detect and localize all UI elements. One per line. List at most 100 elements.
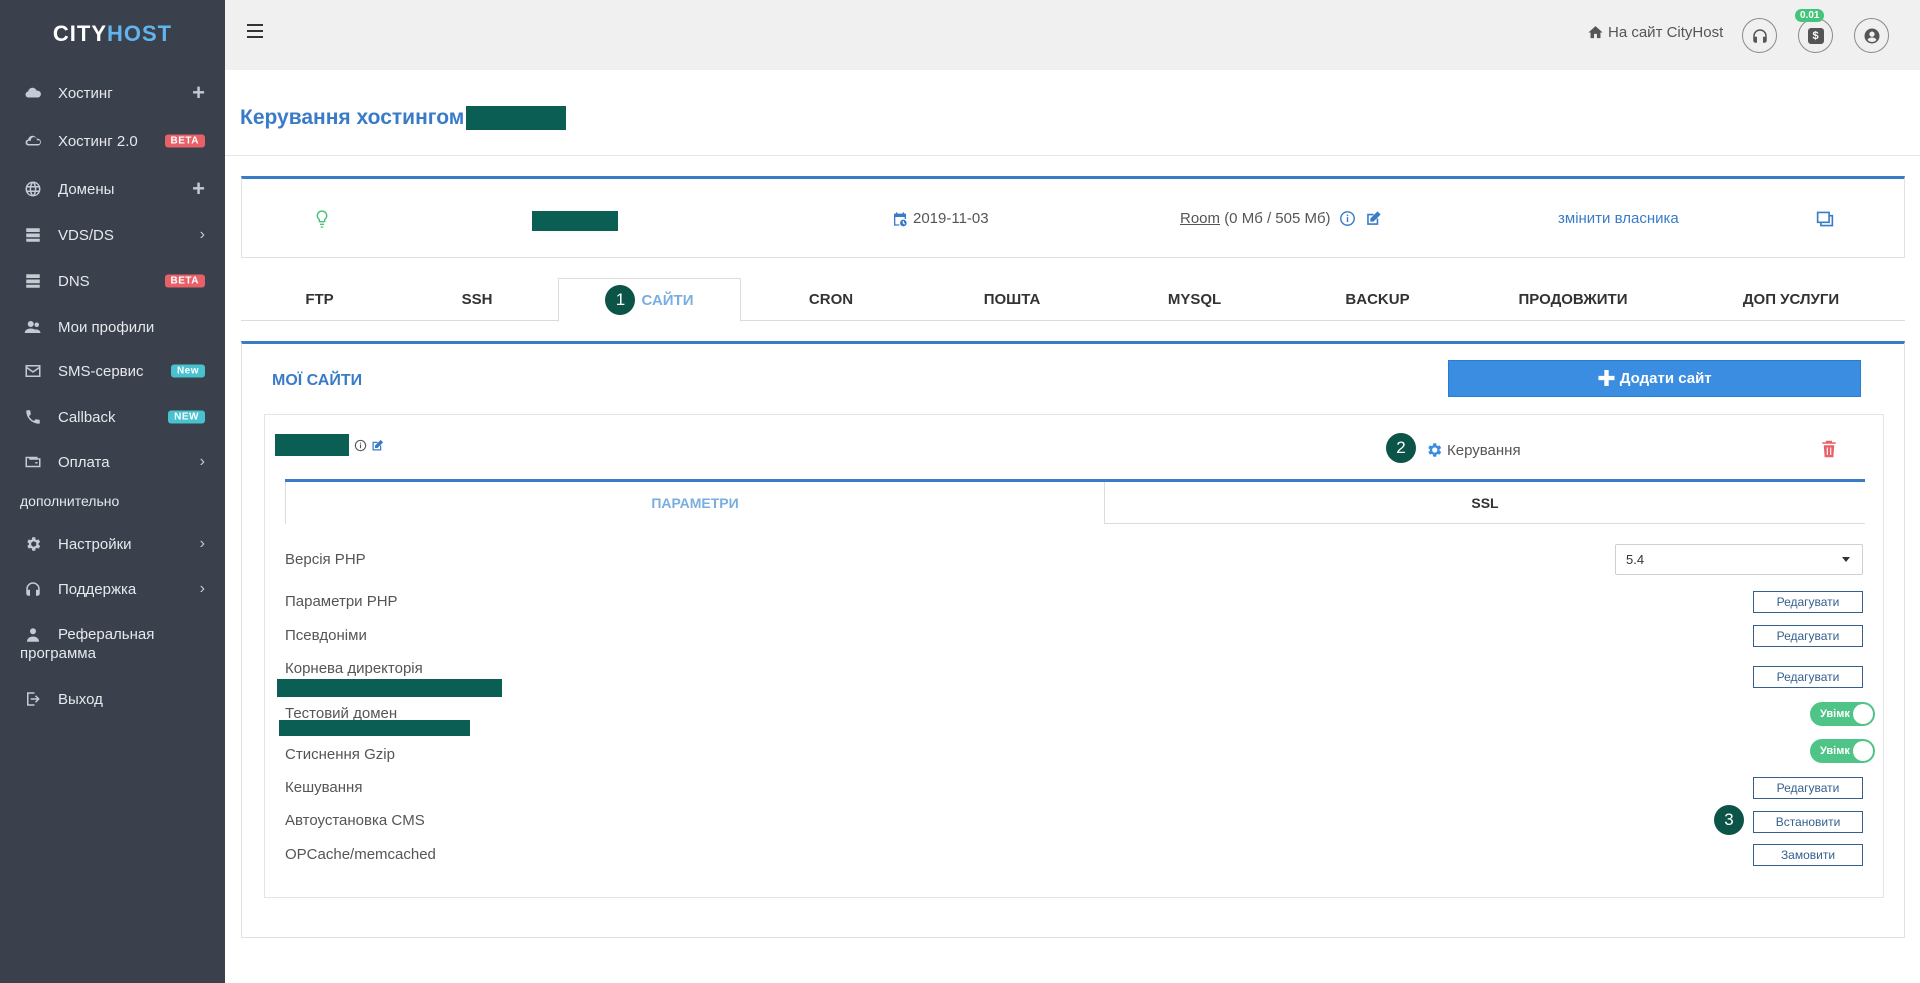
tab-extra-services[interactable]: ДОП УСЛУГИ xyxy=(1677,278,1905,321)
tab-backup[interactable]: BACKUP xyxy=(1286,278,1469,321)
tab-renew[interactable]: ПРОДОВЖИТИ xyxy=(1469,278,1677,321)
chevron-right-icon: › xyxy=(199,226,205,243)
edit-root-dir-button[interactable]: Редагувати xyxy=(1753,666,1863,688)
created-date: 2019-11-03 xyxy=(892,179,989,258)
dollar-icon: $ xyxy=(1807,27,1824,44)
sidebar-item-hosting[interactable]: Хостинг + xyxy=(0,80,225,106)
sidebar-item-label: Выход xyxy=(58,690,103,708)
calendar-clock-icon xyxy=(894,211,907,226)
sidebar-item-settings[interactable]: Настройки › xyxy=(0,531,225,557)
windows-icon[interactable] xyxy=(1815,179,1835,258)
page-title: Керування хостингом xyxy=(240,106,567,130)
support-button[interactable] xyxy=(1742,18,1777,53)
aliases-label: Псевдоніми xyxy=(285,627,367,644)
chevron-right-icon: › xyxy=(199,535,205,552)
plus-icon: ✚ xyxy=(1597,365,1616,391)
sidebar-item-vds[interactable]: VDS/DS › xyxy=(0,222,225,248)
phone-icon xyxy=(22,408,44,426)
caret-down-icon xyxy=(1842,557,1850,562)
hosting-tabs: FTP SSH 1 САЙТИ CRON ПОШТА MYSQL BACKUP … xyxy=(241,278,1905,322)
tab-cron[interactable]: CRON xyxy=(741,278,921,321)
step-marker-1: 1 xyxy=(605,285,636,315)
edit-aliases-button[interactable]: Редагувати xyxy=(1753,625,1863,647)
beta-badge: BETA xyxy=(164,274,205,288)
step-marker-3: 3 xyxy=(1714,805,1744,835)
edit-icon[interactable] xyxy=(1364,209,1383,228)
sidebar-item-domains[interactable]: Домены + xyxy=(0,176,225,202)
edit-icon[interactable] xyxy=(370,438,385,453)
gear-icon xyxy=(22,535,44,553)
php-version-select[interactable]: 5.4 xyxy=(1615,544,1863,575)
test-domain-toggle[interactable]: Увімк xyxy=(1810,702,1875,726)
chevron-right-icon: › xyxy=(199,453,205,470)
sidebar-item-referral[interactable]: Реферальная программа xyxy=(0,625,225,665)
redacted-login xyxy=(532,179,618,258)
sidebar-item-label: Мои профили xyxy=(58,318,155,336)
php-params-label: Параметри PHP xyxy=(285,593,398,610)
sidebar-item-callback[interactable]: Callback NEW xyxy=(0,404,225,430)
manage-link[interactable]: Керування xyxy=(1425,441,1521,459)
new-badge: NEW xyxy=(168,410,205,424)
tab-ftp[interactable]: FTP xyxy=(241,278,398,321)
cloud-outline-icon xyxy=(22,132,44,150)
sidebar-item-hosting-2[interactable]: Хостинг 2.0 BETA xyxy=(0,128,225,154)
headset-icon xyxy=(22,580,44,598)
sidebar-item-label: DNS xyxy=(58,272,90,290)
caching-label: Кешування xyxy=(285,779,363,796)
home-icon xyxy=(1588,26,1603,39)
users-icon xyxy=(22,318,44,336)
profile-button[interactable] xyxy=(1854,18,1889,53)
top-bar: На сайт CityHost $ 0.01 xyxy=(225,0,1920,70)
edit-caching-button[interactable]: Редагувати xyxy=(1753,777,1863,799)
globe-icon xyxy=(22,180,44,198)
cityhost-logo[interactable]: CITY HOST xyxy=(0,0,225,67)
info-icon[interactable] xyxy=(1339,210,1356,227)
redacted-account xyxy=(466,106,567,130)
tab-parameters[interactable]: ПАРАМЕТРИ xyxy=(285,482,1105,524)
gear-icon xyxy=(1428,443,1442,457)
info-icon[interactable] xyxy=(354,439,367,452)
sidebar: CITY HOST Хостинг + Хостинг 2.0 BETA Доме… xyxy=(0,0,225,983)
edit-php-params-button[interactable]: Редагувати xyxy=(1753,591,1863,613)
gzip-toggle[interactable]: Увімк xyxy=(1810,739,1875,763)
headset-icon xyxy=(1752,28,1767,43)
tab-sites[interactable]: 1 САЙТИ xyxy=(558,278,741,322)
php-version-label: Версія PHP xyxy=(285,551,366,568)
plus-icon[interactable]: + xyxy=(192,82,205,104)
server-icon xyxy=(22,272,44,290)
sidebar-item-label: Callback xyxy=(58,408,116,426)
balance-badge: 0.01 xyxy=(1795,9,1825,22)
logout-icon xyxy=(22,690,44,708)
sidebar-item-label: Настройки xyxy=(58,535,132,553)
tab-mysql[interactable]: MYSQL xyxy=(1103,278,1286,321)
balance-button[interactable]: $ xyxy=(1798,18,1833,53)
sidebar-item-logout[interactable]: Выход xyxy=(0,686,225,712)
cloud-icon xyxy=(22,84,44,102)
sidebar-item-label: Реферальная xyxy=(58,626,155,643)
plus-icon[interactable]: + xyxy=(192,178,205,200)
cms-autoinstall-label: Автоустановка CMS xyxy=(285,812,425,829)
tab-ssl[interactable]: SSL xyxy=(1105,482,1865,524)
beta-badge: BETA xyxy=(164,134,205,148)
change-owner-link[interactable]: змінити власника xyxy=(1558,179,1679,258)
sidebar-item-dns[interactable]: DNS BETA xyxy=(0,268,225,294)
sidebar-item-sms[interactable]: SMS-сервис New xyxy=(0,358,225,384)
order-opcache-button[interactable]: Замовити xyxy=(1753,844,1863,866)
sidebar-item-profiles[interactable]: Мои профили xyxy=(0,314,225,340)
server-icon xyxy=(22,226,44,244)
redacted-test-domain xyxy=(279,720,470,736)
plan-link[interactable]: Room xyxy=(1180,210,1220,227)
opcache-label: OPCache/memcached xyxy=(285,846,436,863)
hamburger-menu-icon[interactable] xyxy=(247,24,263,38)
tab-mail[interactable]: ПОШТА xyxy=(921,278,1103,321)
sidebar-section-label: дополнительно xyxy=(20,493,120,509)
sidebar-item-support[interactable]: Поддержка › xyxy=(0,576,225,602)
sidebar-item-payment[interactable]: Оплата › xyxy=(0,449,225,475)
go-to-site-link[interactable]: На сайт CityHost xyxy=(1587,24,1723,41)
tab-ssh[interactable]: SSH xyxy=(398,278,556,321)
panel-title: МОЇ САЙТИ xyxy=(272,372,363,389)
step-marker-2: 2 xyxy=(1386,433,1416,463)
add-site-button[interactable]: ✚ Додати сайт xyxy=(1448,360,1861,397)
trash-icon[interactable] xyxy=(1820,439,1838,459)
install-cms-button[interactable]: Встановити xyxy=(1753,811,1863,833)
